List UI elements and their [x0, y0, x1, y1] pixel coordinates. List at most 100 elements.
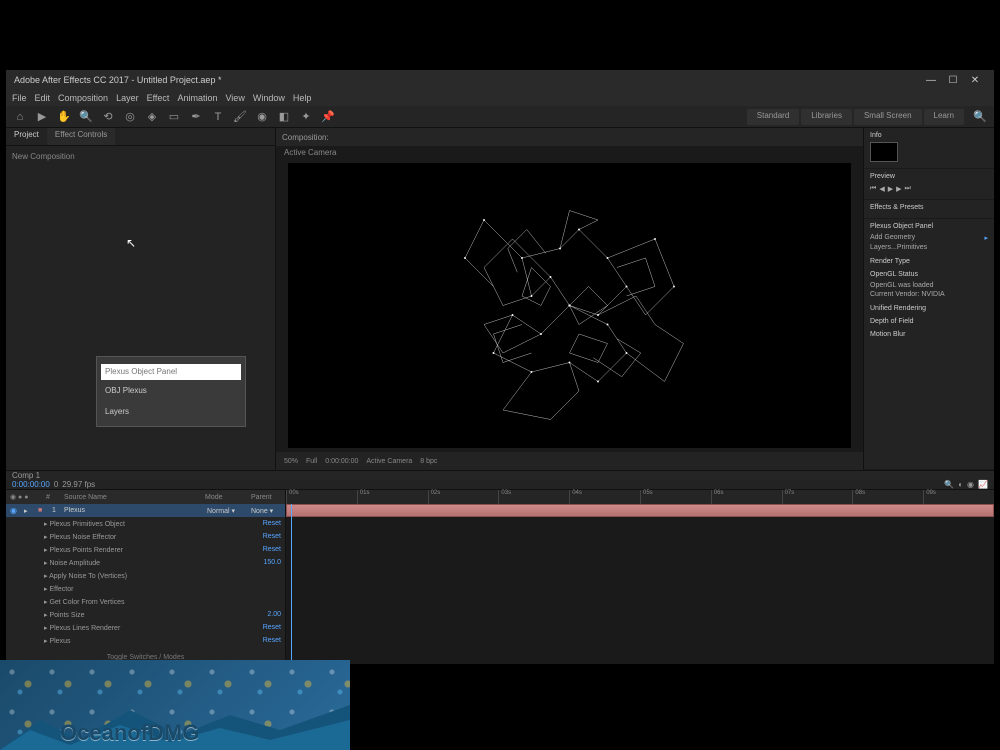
ruler-tick: 02s: [428, 490, 441, 504]
first-frame-icon[interactable]: ⏮: [870, 185, 876, 193]
search-popup: OBJ Plexus Layers: [96, 356, 246, 427]
menu-composition[interactable]: Composition: [58, 93, 108, 103]
tl-shy-icon[interactable]: ◐: [958, 480, 963, 489]
opengl-header: OpenGL Status: [870, 271, 988, 278]
ruler-tick: 04s: [569, 490, 582, 504]
ruler-tick: 00s: [286, 490, 299, 504]
pan-behind-tool-icon[interactable]: ◈: [144, 109, 160, 125]
layer-duration-bar[interactable]: [286, 504, 994, 517]
roto-tool-icon[interactable]: ✦: [298, 109, 314, 125]
workspace-libraries[interactable]: Libraries: [801, 109, 852, 125]
eraser-tool-icon[interactable]: ◧: [276, 109, 292, 125]
timeline-timecode[interactable]: 0:00:00:00: [12, 480, 50, 489]
tl-motionblur-icon[interactable]: ◉: [967, 480, 974, 489]
close-button[interactable]: ✕: [964, 72, 986, 88]
preview-panel-header[interactable]: Preview: [870, 173, 988, 180]
rect-tool-icon[interactable]: ▭: [166, 109, 182, 125]
selection-tool-icon[interactable]: ▶: [34, 109, 50, 125]
info-panel-header[interactable]: Info: [870, 132, 988, 139]
ruler-tick: 06s: [711, 490, 724, 504]
plus-icon[interactable]: ▸: [984, 234, 988, 242]
composition-viewer[interactable]: [288, 163, 851, 448]
menu-edit[interactable]: Edit: [35, 93, 51, 103]
rotate-tool-icon[interactable]: ⟲: [100, 109, 116, 125]
tl-search-icon[interactable]: 🔍: [944, 480, 954, 489]
tl-graph-icon[interactable]: 📈: [978, 480, 988, 489]
last-frame-icon[interactable]: ⏭: [904, 185, 910, 193]
layer-property[interactable]: ▸ Points Size2.00: [6, 608, 285, 621]
minimize-button[interactable]: —: [920, 72, 942, 88]
timecode-display[interactable]: 0:00:00:00: [325, 458, 358, 465]
ruler-tick: 01s: [357, 490, 370, 504]
ruler-tick: 03s: [498, 490, 511, 504]
zoom-dropdown[interactable]: 50%: [284, 458, 298, 465]
ruler-tick: 07s: [782, 490, 795, 504]
popup-item-obj[interactable]: OBJ Plexus: [101, 380, 241, 401]
layer-property[interactable]: ▸ Get Color From Vertices: [6, 595, 285, 608]
menu-layer[interactable]: Layer: [116, 93, 139, 103]
layer-primitives-row[interactable]: Layers...Primitives: [870, 243, 988, 252]
timeline-frame: 0: [54, 480, 58, 489]
layer-property[interactable]: ▸ Plexus Primitives ObjectReset: [6, 517, 285, 530]
layer-property[interactable]: ▸ Plexus Noise EffectorReset: [6, 530, 285, 543]
timeline-ruler[interactable]: 00s01s02s03s04s05s06s07s08s09s: [286, 490, 994, 504]
active-camera-label: Active Camera: [276, 146, 863, 159]
menu-help[interactable]: Help: [293, 93, 312, 103]
hand-tool-icon[interactable]: ✋: [56, 109, 72, 125]
menu-animation[interactable]: Animation: [177, 93, 217, 103]
unified-header: Unified Rendering: [870, 305, 988, 312]
zoom-tool-icon[interactable]: 🔍: [78, 109, 94, 125]
add-geometry-button[interactable]: Add Geometry: [870, 234, 915, 242]
effect-controls-tab[interactable]: Effect Controls: [47, 128, 115, 145]
workspace-standard[interactable]: Standard: [747, 109, 799, 125]
effects-panel-header[interactable]: Effects & Presets: [870, 204, 988, 211]
search-icon[interactable]: 🔍: [972, 109, 988, 125]
layer-property[interactable]: ▸ PlexusReset: [6, 634, 285, 647]
watermark-text: OceanofDMG: [60, 720, 199, 746]
home-icon[interactable]: ⌂: [12, 109, 28, 125]
dof-header: Depth of Field: [870, 318, 988, 325]
active-camera-dropdown[interactable]: Active Camera: [366, 458, 412, 465]
popup-item-layers[interactable]: Layers: [101, 401, 241, 422]
main-area: Project Effect Controls New Composition …: [6, 128, 994, 470]
workspace-small[interactable]: Small Screen: [854, 109, 922, 125]
window-title: Adobe After Effects CC 2017 - Untitled P…: [14, 75, 221, 85]
watermark-banner: OceanofDMG: [0, 660, 350, 750]
maximize-button[interactable]: ☐: [942, 72, 964, 88]
menu-window[interactable]: Window: [253, 93, 285, 103]
layer-property[interactable]: ▸ Plexus Points RendererReset: [6, 543, 285, 556]
project-tab[interactable]: Project: [6, 128, 47, 145]
menu-file[interactable]: File: [12, 93, 27, 103]
ruler-tick: 08s: [852, 490, 865, 504]
layer-property[interactable]: ▸ Apply Noise To (Vertices): [6, 569, 285, 582]
puppet-tool-icon[interactable]: 📌: [320, 109, 336, 125]
pen-tool-icon[interactable]: ✒: [188, 109, 204, 125]
next-frame-icon[interactable]: ▶: [896, 185, 901, 193]
play-icon[interactable]: ▶: [888, 185, 893, 193]
brush-tool-icon[interactable]: 🖌: [232, 109, 248, 125]
color-swatch: [870, 142, 898, 162]
playhead[interactable]: [291, 504, 292, 664]
plexus-panel-header[interactable]: Plexus Object Panel: [870, 223, 988, 230]
prev-frame-icon[interactable]: ◀: [879, 185, 884, 193]
resolution-dropdown[interactable]: Full: [306, 458, 317, 465]
right-panels: Info Preview ⏮ ◀ ▶ ▶ ⏭ Effects & Presets…: [864, 128, 994, 470]
cursor-icon: ↖: [126, 236, 136, 250]
timeline-tab[interactable]: Comp 1: [12, 471, 40, 480]
comp-tab-label[interactable]: Composition:: [282, 133, 329, 142]
layer-property[interactable]: ▸ Effector: [6, 582, 285, 595]
color-depth[interactable]: 8 bpc: [420, 458, 437, 465]
titlebar: Adobe After Effects CC 2017 - Untitled P…: [6, 70, 994, 90]
layer-property[interactable]: ▸ Noise Amplitude150.0: [6, 556, 285, 569]
menu-view[interactable]: View: [225, 93, 244, 103]
layer-row[interactable]: ◉▸■1PlexusNormal ▾None ▾: [6, 504, 285, 517]
timeline-tracks[interactable]: 00s01s02s03s04s05s06s07s08s09s: [286, 490, 994, 664]
search-input[interactable]: [101, 364, 241, 380]
text-tool-icon[interactable]: T: [210, 109, 226, 125]
toolbar: ⌂ ▶ ✋ 🔍 ⟲ ◎ ◈ ▭ ✒ T 🖌 ◉ ◧ ✦ 📌 Standard L…: [6, 106, 994, 128]
camera-tool-icon[interactable]: ◎: [122, 109, 138, 125]
menu-effect[interactable]: Effect: [147, 93, 170, 103]
layer-property[interactable]: ▸ Plexus Lines RendererReset: [6, 621, 285, 634]
clone-tool-icon[interactable]: ◉: [254, 109, 270, 125]
workspace-learn[interactable]: Learn: [924, 109, 964, 125]
